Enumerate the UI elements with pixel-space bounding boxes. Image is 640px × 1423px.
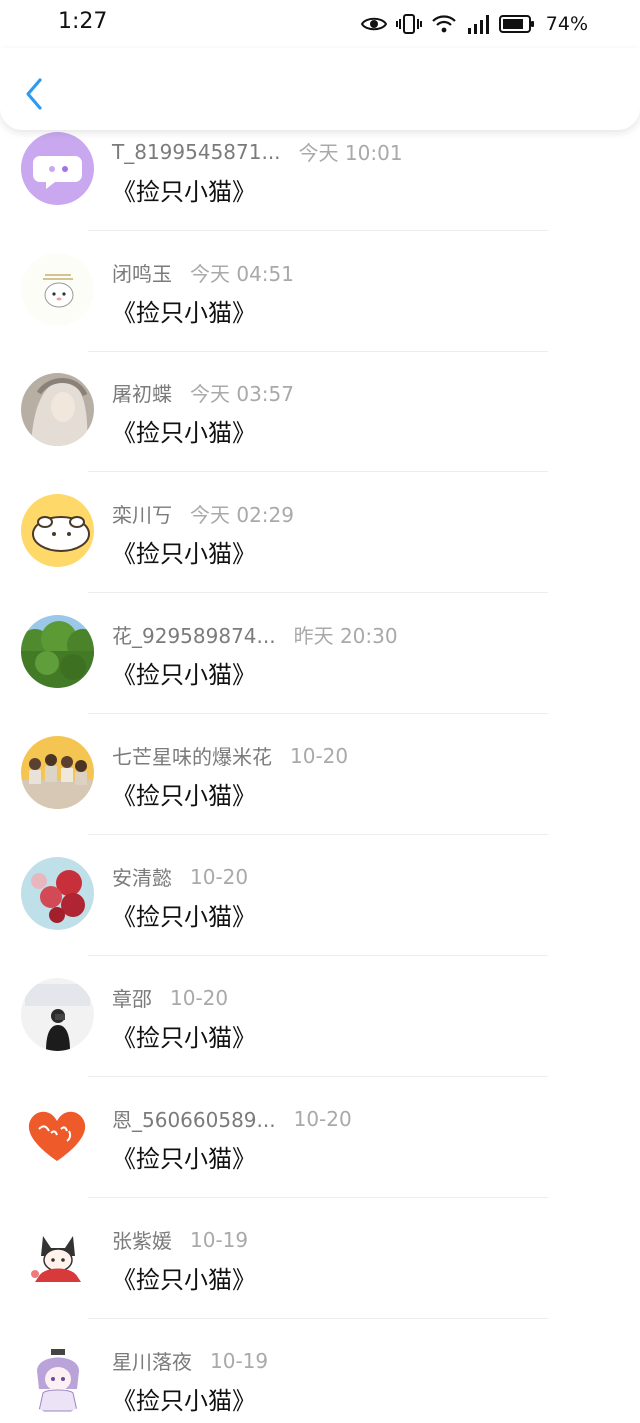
eye-icon (360, 17, 387, 31)
message-preview: 《捡只小猫》 (112, 1145, 256, 1173)
battery-percent: 74% (545, 13, 588, 35)
avatar[interactable] (21, 253, 94, 326)
message-preview: 《捡只小猫》 (112, 1387, 256, 1415)
avatar[interactable] (21, 132, 94, 205)
avatar[interactable] (21, 373, 94, 446)
divider (88, 351, 548, 352)
sender-name: 栾川丂 (112, 503, 172, 527)
avatar[interactable] (21, 615, 94, 688)
message-time: 10-20 (190, 864, 249, 889)
wifi-icon (431, 15, 456, 33)
message-preview: 《捡只小猫》 (112, 1266, 256, 1294)
divider (88, 230, 548, 231)
vibrate-icon (395, 14, 422, 34)
message-time: 10-19 (190, 1227, 249, 1252)
message-preview: 《捡只小猫》 (112, 178, 256, 206)
avatar[interactable] (21, 857, 94, 930)
avatar[interactable] (21, 1099, 94, 1172)
list-item[interactable]: 安清懿 10-20 《捡只小猫》 (0, 857, 640, 977)
list-item[interactable]: 七芒星味的爆米花 10-20 《捡只小猫》 (0, 736, 640, 856)
message-time: 今天 03:57 (190, 382, 294, 406)
message-time: 今天 02:29 (190, 503, 294, 527)
signal-icon (467, 15, 489, 34)
message-list: T_8199545871... 今天 10:01 《捡只小猫》 闭鸣玉 今天 0… (0, 0, 640, 1423)
avatar[interactable] (21, 978, 94, 1051)
divider (88, 1076, 548, 1077)
message-time: 10-20 (290, 743, 349, 768)
message-preview: 《捡只小猫》 (112, 540, 256, 568)
message-time: 10-20 (293, 1106, 352, 1131)
divider (88, 955, 548, 956)
list-item[interactable]: 花_929589874... 昨天 20:30 《捡只小猫》 (0, 615, 640, 735)
list-item[interactable]: 栾川丂 今天 02:29 《捡只小猫》 (0, 494, 640, 614)
list-item[interactable]: 屠初蝶 今天 03:57 《捡只小猫》 (0, 373, 640, 493)
list-item[interactable]: 闭鸣玉 今天 04:51 《捡只小猫》 (0, 253, 640, 373)
message-time: 10-20 (170, 985, 229, 1010)
message-time: 今天 10:01 (298, 141, 403, 165)
divider (88, 592, 548, 593)
avatar[interactable] (21, 1341, 94, 1414)
message-preview: 《捡只小猫》 (112, 661, 256, 689)
sender-name: 屠初蝶 (112, 382, 172, 406)
message-time: 10-19 (210, 1348, 269, 1373)
chevron-left-icon (26, 78, 42, 110)
divider (88, 471, 548, 472)
message-time: 昨天 20:30 (293, 624, 398, 648)
top-app-bar (0, 48, 640, 130)
status-bar: 1:27 74% (0, 0, 640, 48)
sender-name: 七芒星味的爆米花 (112, 745, 272, 769)
sender-name: 章邵 (112, 987, 152, 1011)
sender-name: 星川落夜 (112, 1350, 192, 1374)
battery-icon (498, 15, 534, 33)
list-item[interactable]: 章邵 10-20 《捡只小猫》 (0, 978, 640, 1098)
sender-name: 张紫媛 (112, 1229, 172, 1253)
list-item[interactable]: T_8199545871... 今天 10:01 《捡只小猫》 (0, 132, 640, 252)
list-item[interactable]: 恩_560660589... 10-20 《捡只小猫》 (0, 1099, 640, 1219)
divider (88, 834, 548, 835)
sender-name: 花_929589874... (112, 624, 276, 648)
list-item[interactable]: 星川落夜 10-19 《捡只小猫》 (0, 1341, 640, 1423)
message-time: 今天 04:51 (190, 262, 294, 286)
status-time: 1:27 (58, 9, 108, 34)
sender-name: 安清懿 (112, 866, 172, 890)
divider (88, 713, 548, 714)
back-button[interactable] (18, 74, 50, 114)
sender-name: 闭鸣玉 (112, 262, 172, 286)
message-preview: 《捡只小猫》 (112, 1024, 256, 1052)
avatar[interactable] (21, 736, 94, 809)
divider (88, 1197, 548, 1198)
sender-name: 恩_560660589... (112, 1108, 276, 1132)
avatar[interactable] (21, 1220, 94, 1293)
list-item[interactable]: 张紫媛 10-19 《捡只小猫》 (0, 1220, 640, 1340)
sender-name: T_8199545871... (112, 139, 281, 164)
message-preview: 《捡只小猫》 (112, 782, 256, 810)
message-preview: 《捡只小猫》 (112, 903, 256, 931)
message-preview: 《捡只小猫》 (112, 299, 256, 327)
status-icons: 74% (360, 12, 588, 36)
divider (88, 1318, 548, 1319)
message-preview: 《捡只小猫》 (112, 419, 256, 447)
avatar[interactable] (21, 494, 94, 567)
